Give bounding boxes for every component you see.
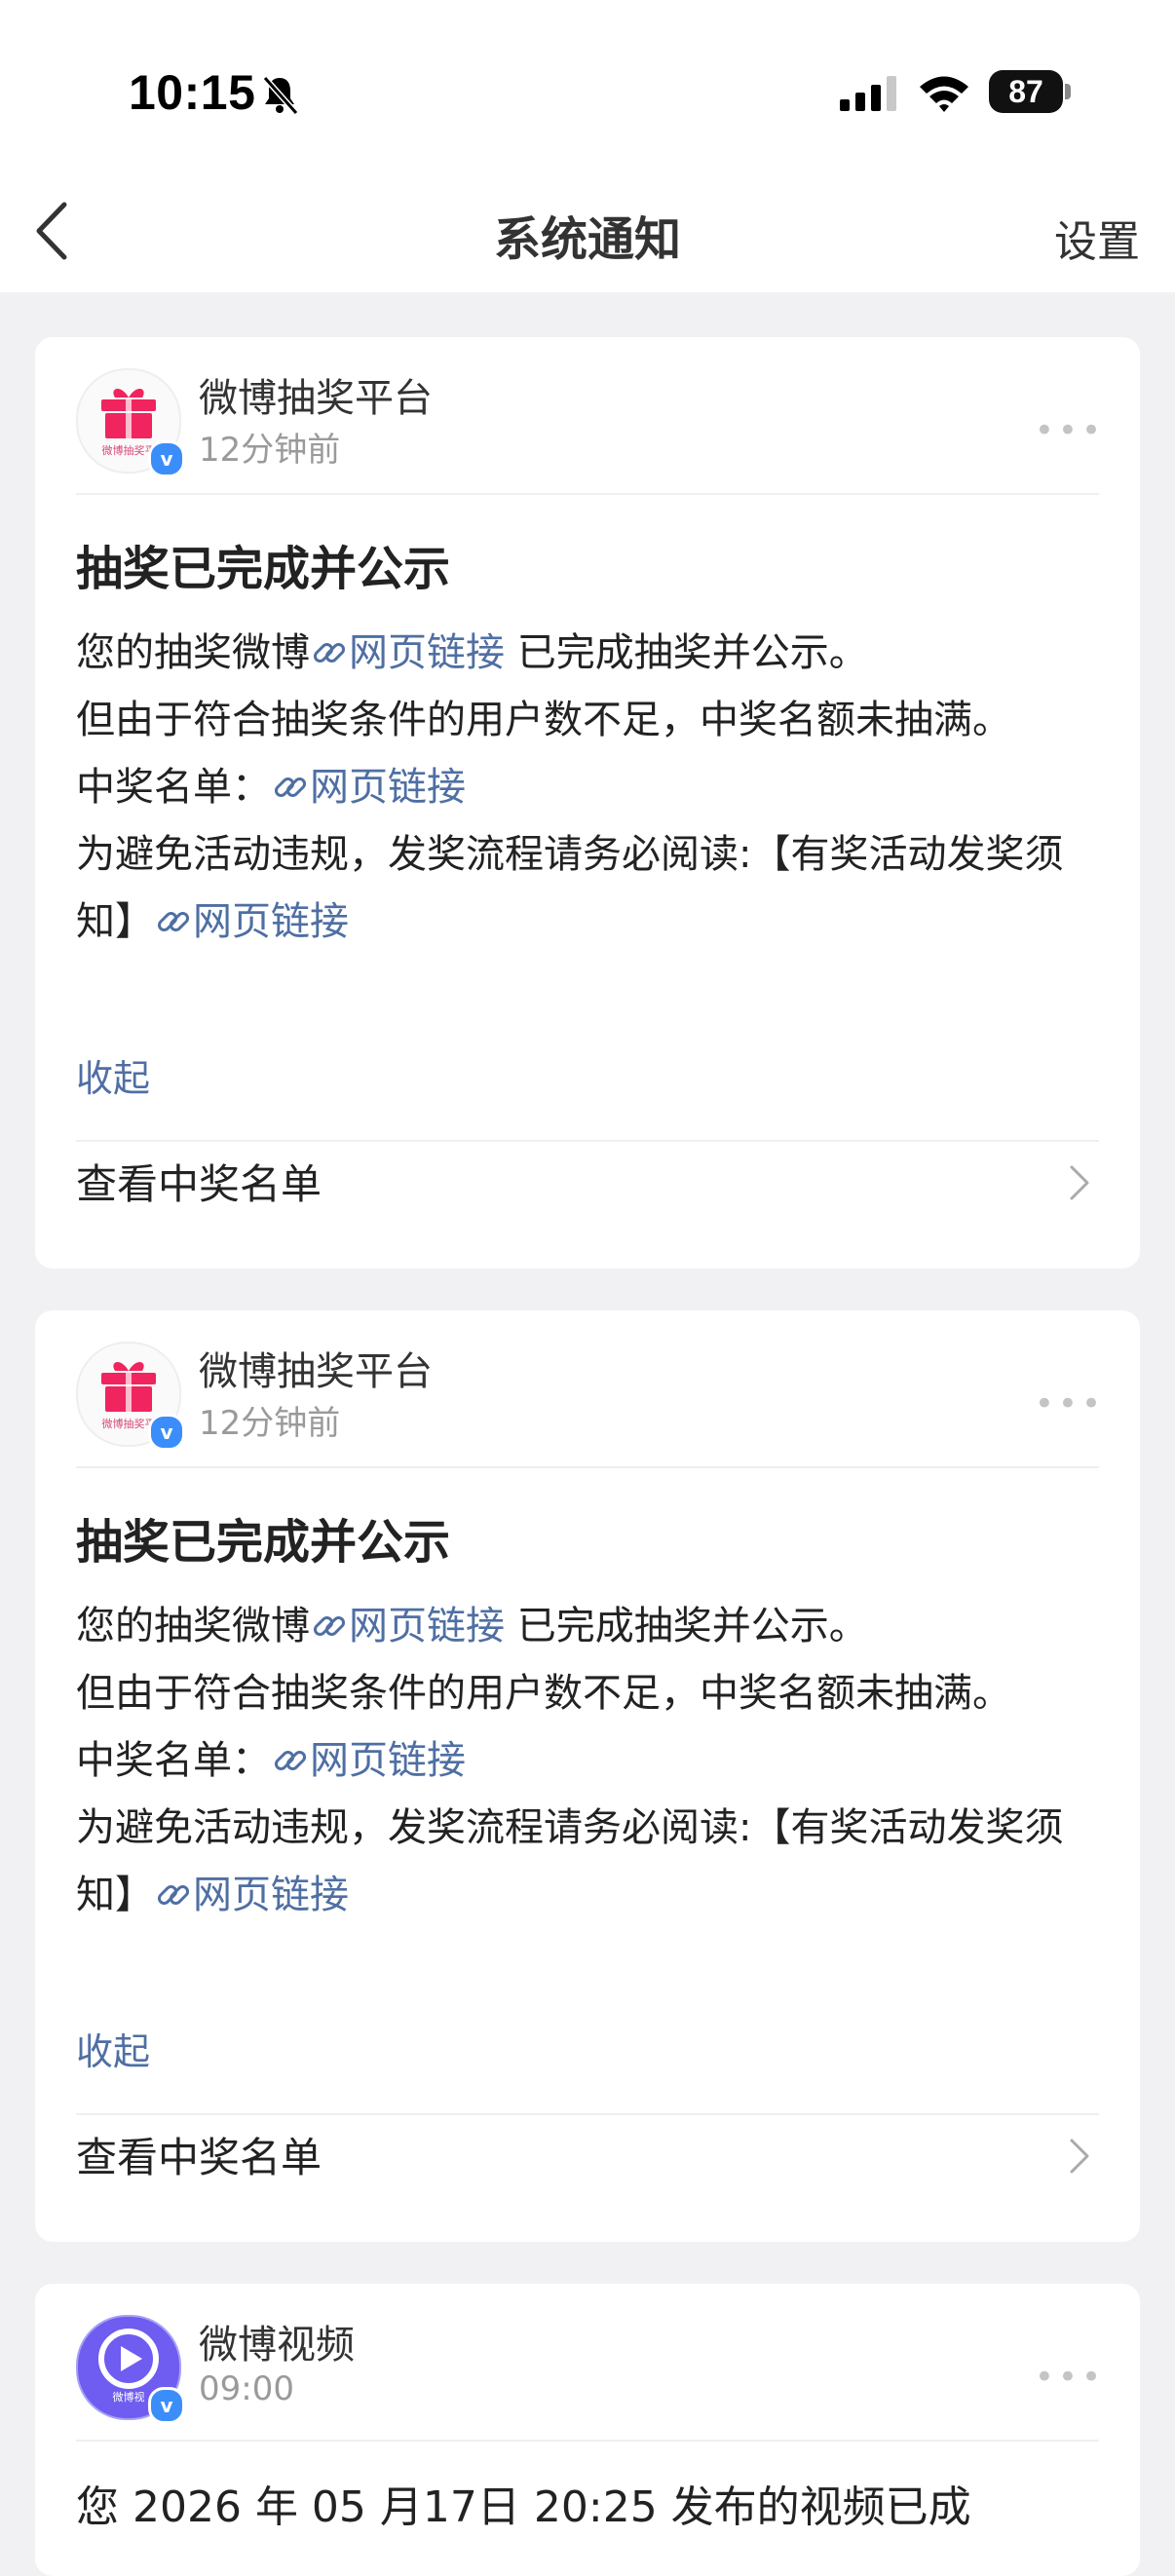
link-label: 网页链接 bbox=[193, 899, 349, 944]
sender-name[interactable]: 微博视频 bbox=[199, 2313, 355, 2369]
battery-cap bbox=[1065, 84, 1071, 99]
link-label: 网页链接 bbox=[349, 1604, 505, 1648]
more-options-icon[interactable]: ••• bbox=[1035, 1384, 1105, 1423]
play-icon bbox=[98, 2329, 159, 2389]
body-line: 您的抽奖微博 网页链接 已完成抽奖并公示。 bbox=[76, 620, 1101, 687]
web-link[interactable]: 网页链接 bbox=[310, 630, 505, 675]
collapse-button[interactable]: 收起 bbox=[76, 2022, 150, 2075]
battery-indicator: 87 bbox=[989, 70, 1071, 113]
link-label: 网页链接 bbox=[310, 1738, 466, 1783]
verified-badge-icon: v bbox=[148, 440, 185, 477]
link-label: 网页链接 bbox=[310, 765, 466, 810]
body-text: 您的抽奖微博 bbox=[76, 630, 310, 675]
body-text: 已完成抽奖并公示。 bbox=[505, 1604, 868, 1648]
body-line: 中奖名单： 网页链接 bbox=[76, 754, 1101, 821]
body-line: 但由于符合抽奖条件的用户数不足，中奖名额未抽满。 bbox=[76, 698, 1011, 742]
link-icon bbox=[274, 777, 307, 798]
view-winners-row[interactable]: 查看中奖名单 bbox=[76, 2115, 1099, 2193]
top-bar: 10:15 87 系统通知 设置 bbox=[0, 0, 1175, 292]
status-bar: 10:15 87 bbox=[0, 60, 1175, 129]
notification-card: 微博抽奖平 v 微博抽奖平台 12分钟前 ••• 抽奖已完成并公示 您的抽奖微博… bbox=[35, 337, 1140, 1269]
link-icon bbox=[274, 1750, 307, 1771]
message-body: 您的抽奖微博 网页链接 已完成抽奖并公示。 但由于符合抽奖条件的用户数不足，中奖名… bbox=[76, 1593, 1101, 1929]
notification-time: 12分钟前 bbox=[199, 1404, 341, 1443]
link-icon bbox=[313, 642, 346, 663]
body-line: 中奖名单： 网页链接 bbox=[76, 1727, 1101, 1795]
body-text: 中奖名单： bbox=[76, 765, 271, 810]
message-body: 您的抽奖微博 网页链接 已完成抽奖并公示。 但由于符合抽奖条件的用户数不足，中奖名… bbox=[76, 620, 1101, 956]
more-options-icon[interactable]: ••• bbox=[1035, 411, 1105, 450]
more-options-icon[interactable]: ••• bbox=[1035, 2358, 1105, 2397]
gift-icon bbox=[101, 1361, 156, 1412]
web-link[interactable]: 网页链接 bbox=[154, 899, 349, 944]
gift-icon bbox=[101, 388, 156, 438]
page-title: 系统通知 bbox=[493, 212, 681, 267]
avatar[interactable]: 微博视 v bbox=[76, 2315, 185, 2424]
notification-time: 12分钟前 bbox=[199, 431, 341, 470]
message-title: 抽奖已完成并公示 bbox=[76, 542, 451, 596]
bell-muted-icon bbox=[262, 76, 299, 115]
body-line: 为避免活动违规，发奖流程请务必阅读:【有奖活动发奖须知】 网页链接 bbox=[76, 821, 1101, 956]
view-winners-label: 查看中奖名单 bbox=[76, 1160, 322, 1208]
link-icon bbox=[157, 1884, 190, 1906]
chevron-right-icon bbox=[1070, 2139, 1089, 2174]
view-winners-row[interactable]: 查看中奖名单 bbox=[76, 1142, 1099, 1220]
body-line: 但由于符合抽奖条件的用户数不足，中奖名额未抽满。 bbox=[76, 1671, 1011, 1716]
sender-name[interactable]: 微博抽奖平台 bbox=[199, 1340, 433, 1396]
divider bbox=[76, 2440, 1099, 2442]
notification-card: 微博抽奖平 v 微博抽奖平台 12分钟前 ••• 抽奖已完成并公示 您的抽奖微博… bbox=[35, 1310, 1140, 2242]
settings-button[interactable]: 设置 bbox=[1054, 207, 1140, 269]
web-link[interactable]: 网页链接 bbox=[271, 1738, 466, 1783]
message-body: 您 2026 年 05 月17日 20:25 发布的视频已成 bbox=[76, 2482, 971, 2532]
link-label: 网页链接 bbox=[349, 630, 505, 675]
status-time: 10:15 bbox=[129, 65, 256, 120]
notification-card: 微博视 v 微博视频 09:00 ••• 您 2026 年 05 月17日 20… bbox=[35, 2284, 1140, 2576]
verified-badge-icon: v bbox=[148, 2387, 185, 2424]
chevron-right-icon bbox=[1070, 1165, 1089, 1200]
web-link[interactable]: 网页链接 bbox=[271, 765, 466, 810]
link-icon bbox=[157, 911, 190, 932]
sender-name[interactable]: 微博抽奖平台 bbox=[199, 366, 433, 423]
collapse-button[interactable]: 收起 bbox=[76, 1048, 150, 1102]
divider bbox=[76, 493, 1099, 495]
body-text: 您的抽奖微博 bbox=[76, 1604, 310, 1648]
web-link[interactable]: 网页链接 bbox=[154, 1873, 349, 1917]
body-text: 已完成抽奖并公示。 bbox=[505, 630, 868, 675]
battery-level: 87 bbox=[989, 70, 1063, 113]
link-icon bbox=[313, 1615, 346, 1637]
web-link[interactable]: 网页链接 bbox=[310, 1604, 505, 1648]
body-line: 为避免活动违规，发奖流程请务必阅读:【有奖活动发奖须知】 网页链接 bbox=[76, 1795, 1101, 1929]
view-winners-label: 查看中奖名单 bbox=[76, 2134, 322, 2181]
avatar[interactable]: 微博抽奖平 v bbox=[76, 368, 185, 477]
body-line: 您的抽奖微博 网页链接 已完成抽奖并公示。 bbox=[76, 1593, 1101, 1660]
avatar[interactable]: 微博抽奖平 v bbox=[76, 1342, 185, 1451]
nav-bar: 系统通知 设置 bbox=[0, 185, 1175, 283]
link-label: 网页链接 bbox=[193, 1873, 349, 1917]
body-text: 中奖名单： bbox=[76, 1738, 271, 1783]
message-title: 抽奖已完成并公示 bbox=[76, 1515, 451, 1570]
divider bbox=[76, 1466, 1099, 1468]
notification-time: 09:00 bbox=[199, 2369, 294, 2408]
wifi-icon bbox=[920, 76, 968, 112]
cellular-signal-icon bbox=[840, 76, 896, 111]
verified-badge-icon: v bbox=[148, 1414, 185, 1451]
